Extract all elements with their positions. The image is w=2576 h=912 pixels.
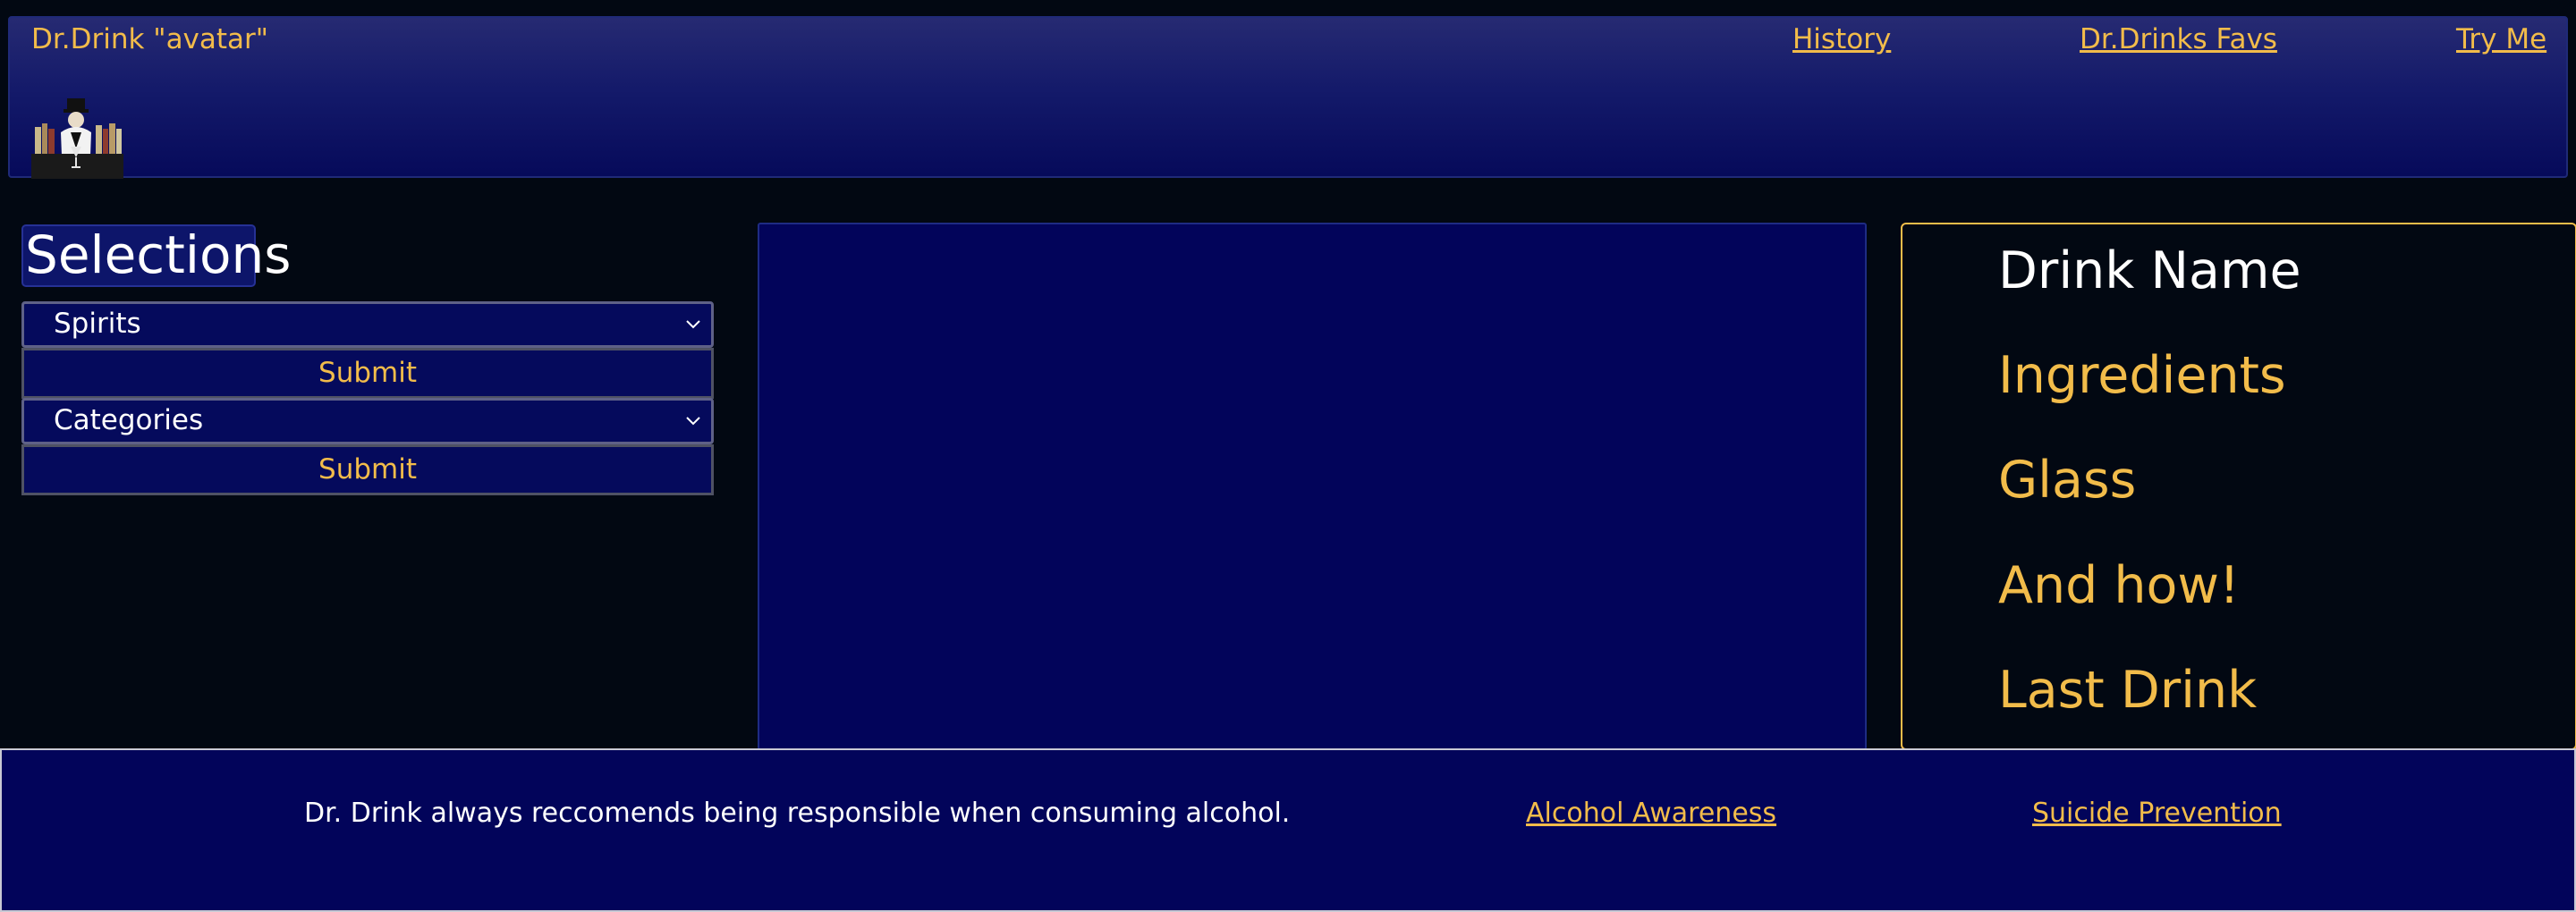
suicide-prevention-link[interactable]: Suicide Prevention (2032, 798, 2282, 829)
bartender-avatar-icon (31, 98, 123, 179)
drink-display-area (758, 223, 1867, 750)
drink-info-panel: Drink Name Ingredients Glass And how! La… (1901, 223, 2576, 750)
chevron-down-icon (686, 417, 700, 426)
nav-favs-link[interactable]: Dr.Drinks Favs (2080, 23, 2277, 55)
brand-title: Dr.Drink "avatar" (31, 23, 269, 55)
spirits-select-value: Spirits (54, 308, 141, 340)
last-drink-label: Last Drink (1998, 661, 2258, 720)
alcohol-awareness-link[interactable]: Alcohol Awareness (1526, 798, 1776, 829)
chevron-down-icon (686, 320, 700, 329)
glass-label: Glass (1998, 451, 2137, 510)
categories-select[interactable]: Categories (21, 398, 714, 444)
and-how-label: And how! (1998, 556, 2240, 615)
spirits-submit-button[interactable]: Submit (21, 348, 714, 399)
drink-name-label: Drink Name (1998, 241, 2301, 300)
categories-submit-button[interactable]: Submit (21, 444, 714, 495)
responsibility-message: Dr. Drink always reccomends being respon… (304, 798, 1291, 829)
nav-try-me-link[interactable]: Try Me (2456, 23, 2546, 55)
selections-heading: Selections (21, 224, 292, 287)
spirits-select[interactable]: Spirits (21, 301, 714, 348)
site-header: Dr.Drink "avatar" History Dr.Drinks Favs… (8, 16, 2568, 179)
site-footer: Dr. Drink always reccomends being respon… (0, 748, 2576, 912)
nav-history-link[interactable]: History (1792, 23, 1891, 55)
ingredients-label: Ingredients (1998, 346, 2286, 405)
categories-select-value: Categories (54, 404, 204, 436)
